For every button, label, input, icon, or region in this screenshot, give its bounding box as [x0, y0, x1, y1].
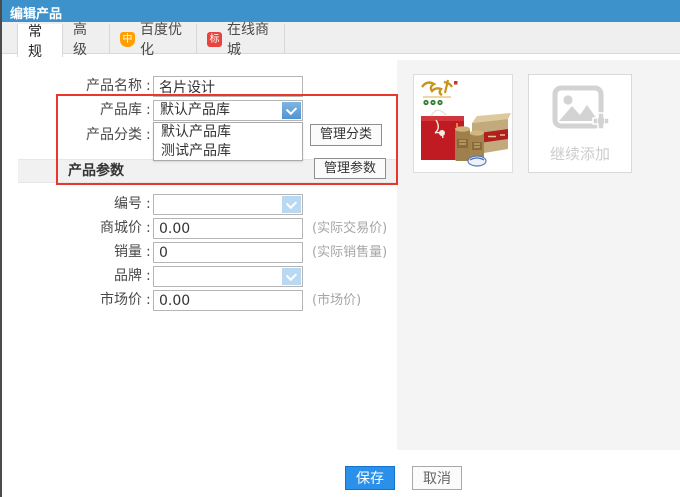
- product-library-selected-value: 默认产品库: [160, 102, 230, 118]
- dialog-title: 编辑产品: [0, 0, 680, 22]
- product-library-label: 产品库: [100, 102, 142, 118]
- chevron-down-icon[interactable]: [282, 196, 301, 213]
- product-name-input[interactable]: [153, 76, 303, 97]
- item-no-label: 编号: [114, 196, 142, 212]
- tab-general[interactable]: 常规: [17, 24, 63, 60]
- sales-volume-label: 销量: [114, 244, 142, 260]
- product-library-select[interactable]: 默认产品库: [153, 100, 303, 121]
- item-no-select[interactable]: [153, 194, 303, 215]
- edit-product-dialog: 编辑产品 常规 高级 中 百度优化 标 在线商城 继续添加 产品名称: 名片设…: [0, 0, 680, 497]
- tab-advanced[interactable]: 高级: [63, 22, 110, 58]
- tab-baidu-seo-label: 百度优化: [140, 22, 182, 58]
- tab-baidu-seo[interactable]: 中 百度优化: [110, 22, 197, 58]
- mall-badge-icon: 标: [207, 31, 222, 47]
- save-button[interactable]: 保存: [345, 466, 395, 490]
- add-image-label: 继续添加: [549, 145, 610, 163]
- baidu-shield-icon: 中: [120, 31, 135, 47]
- market-price-label: 市场价: [100, 292, 142, 308]
- manage-category-button[interactable]: 管理分类: [310, 124, 383, 146]
- product-photo-thumbnail[interactable]: [413, 74, 513, 173]
- product-category-label: 产品分类: [86, 127, 142, 143]
- brand-select[interactable]: [153, 266, 303, 287]
- add-image-button[interactable]: 继续添加: [528, 74, 632, 173]
- image-gallery-panel: 继续添加: [397, 60, 680, 450]
- product-library-dropdown-list: 默认产品库 测试产品库: [153, 122, 303, 161]
- mall-price-hint: (实际交易价): [312, 221, 388, 236]
- market-price-hint: (市场价): [312, 293, 362, 308]
- image-placeholder-icon: [552, 85, 610, 130]
- dropdown-option-default-library[interactable]: 默认产品库: [154, 123, 302, 142]
- product-photo: [414, 75, 512, 172]
- cancel-button[interactable]: 取消: [412, 466, 462, 490]
- tab-general-label: 常规: [28, 23, 42, 60]
- window-left-edge: [0, 0, 2, 497]
- brand-label: 品牌: [114, 268, 142, 284]
- dropdown-option-test-library[interactable]: 测试产品库: [154, 142, 302, 161]
- sales-volume-input[interactable]: [153, 242, 303, 263]
- sales-volume-hint: (实际销售量): [312, 245, 388, 260]
- chevron-down-icon[interactable]: [282, 268, 301, 285]
- mall-price-input[interactable]: [153, 218, 303, 239]
- chevron-down-icon[interactable]: [282, 102, 301, 119]
- tab-online-mall-label: 在线商城: [227, 22, 269, 58]
- product-name-label: 产品名称: [86, 78, 142, 94]
- mall-price-label: 商城价: [100, 220, 142, 236]
- tab-advanced-label: 高级: [73, 22, 87, 58]
- tab-bar: 常规 高级 中 百度优化 标 在线商城: [0, 22, 680, 60]
- manage-params-button[interactable]: 管理参数: [314, 158, 387, 179]
- tab-online-mall[interactable]: 标 在线商城: [197, 22, 285, 58]
- product-params-label: 产品参数: [68, 163, 124, 179]
- market-price-input[interactable]: [153, 290, 303, 311]
